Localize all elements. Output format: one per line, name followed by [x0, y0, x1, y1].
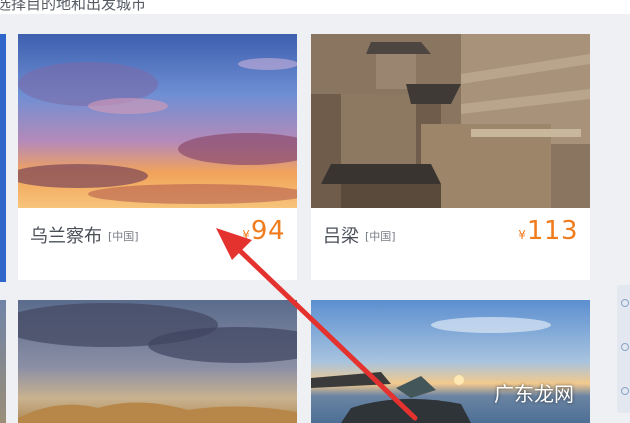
destination-card-lvliang[interactable]: 吕梁 [中国] ¥113	[311, 34, 590, 280]
destination-card-3[interactable]	[18, 300, 297, 423]
destination-card-wulanchabu[interactable]: 乌兰察布 [中国] ¥94	[18, 34, 297, 280]
currency-symbol: ¥	[518, 228, 526, 242]
ancient-town-photo	[311, 34, 590, 208]
left-edge-photo-2	[0, 300, 6, 423]
header-text: 选择目的地和出发城市	[0, 0, 147, 13]
top-strip: 选择目的地和出发城市	[0, 0, 630, 14]
toolbar-icon[interactable]	[621, 387, 629, 395]
toolbar-icon[interactable]	[621, 299, 629, 307]
watermark-text: 广东龙网	[494, 382, 574, 406]
city-label: 乌兰察布	[30, 226, 102, 247]
toolbar-icon[interactable]	[621, 343, 629, 351]
sunset-sky-photo	[18, 34, 297, 208]
city-label: 吕梁	[323, 226, 359, 247]
desert-storm-photo	[18, 300, 297, 423]
city-name: 吕梁 [中国]	[323, 222, 396, 248]
price: ¥113	[518, 216, 578, 246]
country-label: [中国]	[365, 230, 396, 243]
price: ¥94	[242, 216, 285, 246]
price-value: 113	[526, 216, 578, 246]
left-edge-photo	[0, 34, 6, 282]
side-float-toolbar[interactable]	[617, 285, 630, 413]
price-value: 94	[250, 216, 285, 246]
city-name: 乌兰察布 [中国]	[30, 222, 139, 248]
country-label: [中国]	[108, 230, 139, 243]
currency-symbol: ¥	[242, 228, 250, 242]
